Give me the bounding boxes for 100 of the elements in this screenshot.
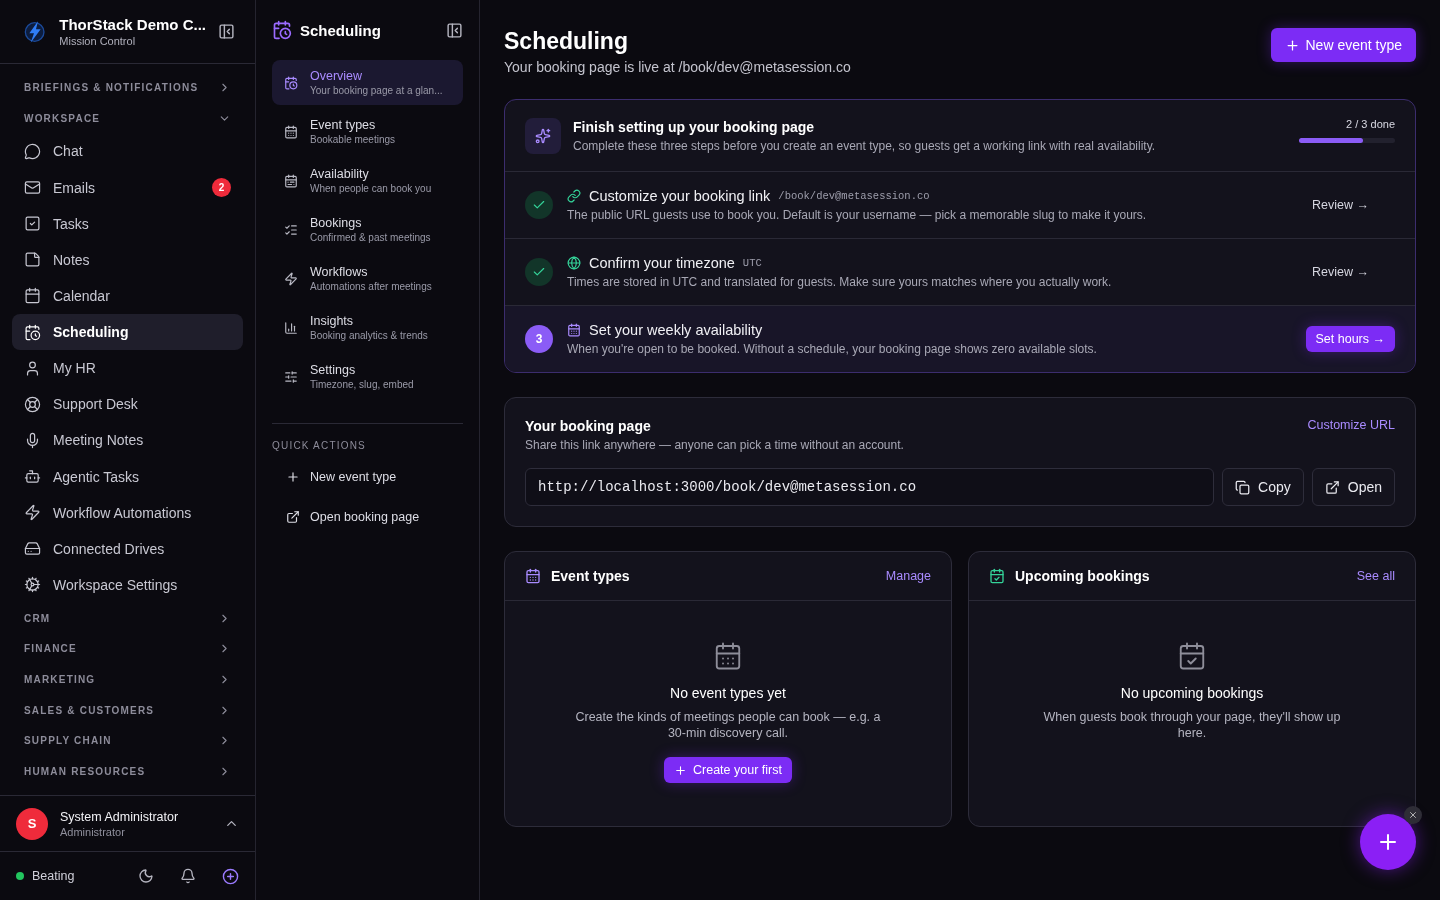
subnav-item[interactable]: Overview Your booking page at a glan... (272, 60, 463, 105)
globe-icon (567, 256, 581, 270)
lightning-icon (284, 271, 298, 286)
step-description: The public URL guests use to book you. Default is your username — pick a memorable slug to make it yours. (567, 208, 1148, 222)
step-description: Times are stored in UTC and translated for guests. Make sure yours matches where you actually work. (567, 275, 1113, 289)
url-field[interactable]: http://localhost:3000/book/dev@metasession.co (525, 468, 1215, 506)
checkbox-icon (24, 215, 41, 233)
status-label: Beating (32, 869, 75, 883)
external-link-icon (286, 510, 300, 524)
subnav-label: Event types (310, 118, 377, 132)
sliders-icon (284, 369, 298, 384)
panel-link[interactable]: See all (1356, 569, 1395, 583)
user-icon (24, 359, 41, 377)
calendar-check-icon (989, 568, 1005, 584)
card-description: Share this link anywhere — anyone can pick a time without an account. (525, 438, 905, 452)
count-badge: 2 (212, 178, 231, 198)
review-button[interactable]: Review → (1306, 197, 1375, 213)
calendar-icon (567, 323, 581, 337)
subnav-hint: Your booking page at a glan... (310, 85, 443, 96)
bell-icon[interactable] (180, 868, 196, 884)
add-button[interactable] (1360, 814, 1416, 870)
checklist-icon (284, 222, 298, 237)
create-button[interactable]: Create your first (664, 757, 792, 783)
bar-chart-icon (284, 320, 298, 335)
set-hours-button[interactable]: Set hours → (1305, 326, 1395, 352)
close-icon (1408, 810, 1418, 820)
subnav-item[interactable]: Workflows Automations after meetings (272, 256, 463, 301)
moon-icon[interactable] (138, 868, 154, 884)
empty-description: When guests book through your page, they'll show up here. (1042, 709, 1342, 741)
nav-item[interactable]: Support Desk (12, 386, 243, 423)
plus-icon (1284, 37, 1300, 53)
page-title: Scheduling (504, 28, 629, 55)
panel-title: Upcoming bookings (1015, 568, 1151, 584)
subnav-label: Bookings (310, 216, 363, 230)
progress-label: 2 / 3 done (1346, 118, 1395, 130)
nav-item[interactable]: Notes (12, 241, 243, 278)
add-circle-icon[interactable] (222, 867, 239, 885)
empty-title: No upcoming bookings (1120, 685, 1264, 701)
nav-item[interactable]: My HR (12, 350, 243, 387)
subnav-item[interactable]: Availability When people can book you (272, 158, 463, 203)
user-name: System Administrator (60, 809, 180, 824)
calendar-clock-icon (284, 75, 298, 90)
copy-icon (1235, 479, 1251, 495)
quick-action[interactable]: Open booking page (272, 497, 463, 537)
calendar-icon (284, 124, 298, 139)
nav-section[interactable]: WORKSPACE (12, 102, 243, 134)
nav-item[interactable]: Scheduling (12, 313, 243, 351)
sparkle-icon (525, 117, 561, 154)
quick-action[interactable]: New event type (272, 457, 463, 497)
lifebuoy-icon (24, 395, 41, 413)
nav-section[interactable]: MARKETING (12, 664, 243, 695)
user-avatar: S (16, 807, 48, 840)
collapse-panel-button[interactable] (446, 21, 463, 39)
nav-section[interactable]: HUMAN RESOURCES (12, 756, 243, 787)
microphone-icon (24, 431, 41, 449)
user-role: Administrator (60, 825, 126, 838)
nav-item[interactable]: Workspace Settings (12, 566, 243, 603)
note-icon (24, 251, 41, 269)
subnav-label: Availability (310, 167, 370, 181)
new-event-type-button[interactable]: New event type (1270, 28, 1416, 62)
step-title: Set your weekly availability (589, 322, 763, 338)
review-button[interactable]: Review → (1306, 264, 1375, 280)
nav-section[interactable]: SUPPLY CHAIN (12, 725, 243, 757)
step-title: Confirm your timezone (589, 255, 735, 271)
customize-url-link[interactable]: Customize URL (1307, 418, 1395, 452)
plus-icon (286, 470, 300, 484)
nav-section[interactable]: FINANCE (12, 633, 243, 665)
subnav-item[interactable]: Event types Bookable meetings (272, 109, 463, 154)
subnav-hint: Bookable meetings (310, 134, 396, 145)
calendar-check-icon (1177, 641, 1207, 671)
subnav-hint: Automations after meetings (310, 281, 432, 292)
card-title: Your booking page (525, 418, 652, 434)
subnav-item[interactable]: Insights Booking analytics & trends (272, 305, 463, 350)
app-name: ThorStack Demo C... (59, 16, 206, 33)
nav-item[interactable]: Agentic Tasks (12, 458, 243, 495)
calendar-clock-icon (272, 20, 292, 40)
nav-section[interactable]: SALES & CUSTOMERS (12, 695, 243, 726)
subnav-hint: Booking analytics & trends (310, 330, 428, 341)
nav-item[interactable]: Workflow Automations (12, 494, 243, 531)
nav-item[interactable]: Chat (12, 133, 243, 170)
subnav-item[interactable]: Settings Timezone, slug, embed (272, 354, 463, 399)
nav-section[interactable]: BRIEFINGS & NOTIFICATIONS (12, 72, 243, 103)
step-tag: /book/dev@metasession.co (778, 190, 930, 202)
subnav-label: Overview (310, 69, 364, 83)
nav-item[interactable]: Tasks (12, 205, 243, 242)
nav-item[interactable]: Emails 2 (12, 169, 243, 206)
nav-section[interactable]: CRM (12, 602, 243, 634)
subnav-hint: Confirmed & past meetings (310, 232, 431, 243)
subnav-item[interactable]: Bookings Confirmed & past meetings (272, 207, 463, 252)
open-button[interactable]: Open (1311, 468, 1395, 506)
close-button[interactable] (1404, 806, 1422, 824)
panel-link[interactable]: Manage (885, 569, 931, 583)
copy-button[interactable]: Copy (1222, 468, 1304, 506)
empty-description: Create the kinds of meetings people can book — e.g. a 30-min discovery call. (574, 709, 882, 741)
collapse-sidebar-button[interactable] (218, 23, 235, 40)
nav-item[interactable]: Calendar (12, 277, 243, 314)
external-link-icon (1324, 479, 1340, 495)
nav-item[interactable]: Meeting Notes (12, 422, 243, 459)
nav-item[interactable]: Connected Drives (12, 530, 243, 567)
calendar-icon (525, 568, 541, 584)
